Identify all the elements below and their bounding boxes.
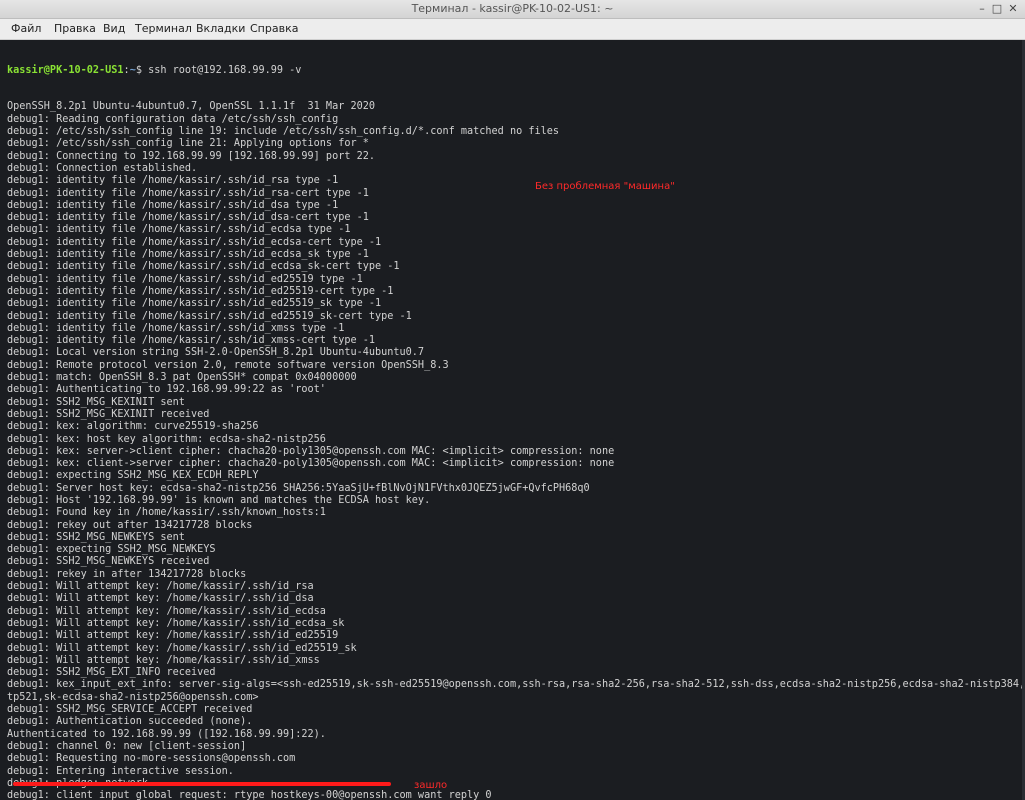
prompt-line: kassir@PK-10-02-US1:~$ ssh root@192.168.…: [7, 65, 1022, 77]
output-line: debug1: Will attempt key: /home/kassir/.…: [7, 654, 320, 666]
output-line: debug1: identity file /home/kassir/.ssh/…: [7, 298, 382, 310]
output-line: debug1: SSH2_MSG_KEXINIT received: [7, 408, 210, 420]
output-line: debug1: identity file /home/kassir/.ssh/…: [7, 322, 345, 334]
output-line: OpenSSH_8.2p1 Ubuntu-4ubuntu0.7, OpenSSL…: [7, 101, 376, 113]
output-line: debug1: kex: server->client cipher: chac…: [7, 445, 615, 457]
prompt-user-host: kassir@PK-10-02-US1: [7, 64, 124, 76]
terminal-window: Терминал - kassir@PK-10-02-US1: ~ – □ ✕ …: [0, 0, 1025, 800]
output-line: debug1: identity file /home/kassir/.ssh/…: [7, 273, 363, 285]
terminal-output-area[interactable]: kassir@PK-10-02-US1:~$ ssh root@192.168.…: [0, 40, 1022, 800]
output-line: debug1: identity file /home/kassir/.ssh/…: [7, 249, 369, 261]
output-line: debug1: identity file /home/kassir/.ssh/…: [7, 310, 412, 322]
output-line: debug1: SSH2_MSG_SERVICE_ACCEPT received: [7, 704, 253, 716]
output-line: debug1: Authenticating to 192.168.99.99:…: [7, 384, 326, 396]
close-button[interactable]: ✕: [1006, 2, 1020, 16]
output-line: debug1: rekey out after 134217728 blocks: [7, 519, 253, 531]
output-line: debug1: expecting SSH2_MSG_NEWKEYS: [7, 544, 216, 556]
minimize-button[interactable]: –: [975, 2, 989, 16]
output-line: Authenticated to 192.168.99.99 ([192.168…: [7, 728, 326, 740]
output-line: debug1: identity file /home/kassir/.ssh/…: [7, 187, 369, 199]
output-line: debug1: Authentication succeeded (none).: [7, 716, 253, 728]
terminal-lines: kassir@PK-10-02-US1:~$ ssh root@192.168.…: [7, 40, 1022, 800]
output-line: debug1: Requesting no-more-sessions@open…: [7, 753, 296, 765]
output-line: debug1: expecting SSH2_MSG_KEX_ECDH_REPL…: [7, 470, 259, 482]
output-line: debug1: Connection established.: [7, 162, 198, 174]
output-line: tp521,sk-ecdsa-sha2-nistp256@openssh.com…: [7, 691, 259, 703]
output-line: debug1: SSH2_MSG_KEXINIT sent: [7, 396, 185, 408]
output-line: debug1: Will attempt key: /home/kassir/.…: [7, 605, 326, 617]
output-line: debug1: SSH2_MSG_NEWKEYS received: [7, 556, 210, 568]
output-line: debug1: /etc/ssh/ssh_config line 21: App…: [7, 138, 369, 150]
menu-terminal[interactable]: Терминал: [135, 22, 192, 35]
output-line: debug1: kex: algorithm: curve25519-sha25…: [7, 421, 259, 433]
menu-bar: Файл Правка Вид Терминал Вкладки Справка: [0, 19, 1025, 40]
output-line: debug1: Entering interactive session.: [7, 765, 234, 777]
command-text: ssh root@192.168.99.99 -v: [141, 64, 302, 76]
output-line: debug1: rekey in after 134217728 blocks: [7, 568, 247, 580]
output-line: debug1: channel 0: new [client-session]: [7, 740, 247, 752]
output-line: debug1: Host '192.168.99.99' is known an…: [7, 494, 431, 506]
annotation-top-note: Без проблемная "машина": [535, 181, 675, 192]
output-line: debug1: Will attempt key: /home/kassir/.…: [7, 581, 314, 593]
output-line: debug1: SSH2_MSG_EXT_INFO received: [7, 667, 216, 679]
output-line: debug1: Will attempt key: /home/kassir/.…: [7, 642, 357, 654]
output-line: debug1: kex: host key algorithm: ecdsa-s…: [7, 433, 326, 445]
output-line: debug1: identity file /home/kassir/.ssh/…: [7, 212, 369, 224]
output-line: debug1: identity file /home/kassir/.ssh/…: [7, 199, 339, 211]
menu-edit[interactable]: Правка: [54, 22, 96, 35]
output-line: debug1: identity file /home/kassir/.ssh/…: [7, 175, 339, 187]
output-line: debug1: Local version string SSH-2.0-Ope…: [7, 347, 425, 359]
output-line: debug1: Found key in /home/kassir/.ssh/k…: [7, 507, 326, 519]
output-line: debug1: identity file /home/kassir/.ssh/…: [7, 285, 394, 297]
output-line: debug1: kex_input_ext_info: server-sig-a…: [7, 679, 1022, 691]
menu-file[interactable]: Файл: [11, 22, 41, 35]
output-line: debug1: Remote protocol version 2.0, rem…: [7, 359, 449, 371]
window-title: Терминал - kassir@PK-10-02-US1: ~: [411, 2, 614, 15]
menu-tabs[interactable]: Вкладки: [196, 22, 245, 35]
output-line: debug1: identity file /home/kassir/.ssh/…: [7, 335, 376, 347]
output-line: debug1: Will attempt key: /home/kassir/.…: [7, 630, 339, 642]
maximize-button[interactable]: □: [990, 2, 1004, 16]
output-line: debug1: /etc/ssh/ssh_config line 19: inc…: [7, 126, 560, 138]
menu-view[interactable]: Вид: [103, 22, 125, 35]
output-line: debug1: identity file /home/kassir/.ssh/…: [7, 224, 351, 236]
output-line: debug1: Reading configuration data /etc/…: [7, 113, 339, 125]
annotation-bottom-note: зашло: [414, 780, 448, 791]
output-line: debug1: client_input_global_request: rty…: [7, 790, 492, 800]
output-line: debug1: Connecting to 192.168.99.99 [192…: [7, 150, 376, 162]
output-line: debug1: Will attempt key: /home/kassir/.…: [7, 617, 345, 629]
output-line: debug1: identity file /home/kassir/.ssh/…: [7, 236, 382, 248]
menu-help[interactable]: Справка: [250, 22, 298, 35]
output-line: debug1: Server host key: ecdsa-sha2-nist…: [7, 482, 590, 494]
output-line: debug1: identity file /home/kassir/.ssh/…: [7, 261, 400, 273]
output-line: debug1: Will attempt key: /home/kassir/.…: [7, 593, 314, 605]
title-bar[interactable]: Терминал - kassir@PK-10-02-US1: ~ – □ ✕: [0, 0, 1025, 19]
output-line: debug1: kex: client->server cipher: chac…: [7, 458, 615, 470]
output-line: debug1: SSH2_MSG_NEWKEYS sent: [7, 531, 185, 543]
output-line: debug1: match: OpenSSH_8.3 pat OpenSSH* …: [7, 372, 357, 384]
annotation-underline: [13, 782, 391, 786]
